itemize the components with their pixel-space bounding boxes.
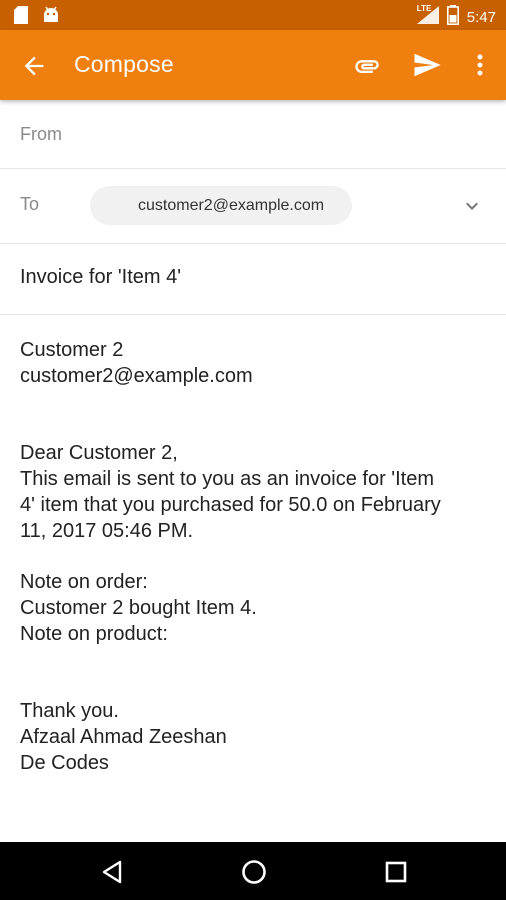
app-bar: Compose — [0, 30, 506, 100]
subject-row[interactable]: Invoice for 'Item 4' — [0, 244, 506, 315]
body-line: 11, 2017 05:46 PM. — [20, 519, 194, 542]
status-system: LTE 5:47 — [416, 4, 496, 30]
signal-icon: LTE — [416, 4, 439, 29]
attachment-icon[interactable] — [352, 52, 382, 80]
sd-card-icon — [14, 6, 28, 29]
from-row[interactable]: From — [0, 100, 506, 169]
back-arrow-icon[interactable] — [20, 52, 48, 80]
back-triangle-icon[interactable] — [98, 858, 126, 886]
page-title: Compose — [74, 51, 174, 77]
from-label: From — [20, 124, 62, 144]
status-time: 5:47 — [466, 9, 496, 26]
network-label: LTE — [416, 4, 432, 13]
chevron-down-icon[interactable] — [460, 194, 484, 218]
body-line — [20, 544, 490, 570]
body-line — [20, 648, 490, 674]
battery-icon — [446, 5, 459, 30]
android-icon — [42, 6, 60, 29]
body-line: Dear Customer 2, — [20, 442, 178, 465]
body-line: Customer 2 bought Item 4. — [20, 596, 257, 619]
more-vert-icon[interactable] — [470, 50, 490, 80]
subject-field[interactable]: Invoice for 'Item 4' — [20, 266, 181, 289]
body-line: Note on product: — [20, 622, 168, 645]
message-body[interactable]: Customer 2 customer2@example.com Dear Cu… — [20, 338, 490, 777]
recipient-chip[interactable]: customer2@example.com — [90, 186, 352, 225]
body-line: 4' item that you purchased for 50.0 on F… — [20, 493, 441, 516]
body-line: Note on order: — [20, 571, 148, 594]
system-nav-bar — [0, 842, 506, 900]
body-line — [20, 415, 490, 441]
body-line: This email is sent to you as an invoice … — [20, 467, 434, 490]
to-label: To — [20, 194, 40, 214]
body-line: De Codes — [20, 751, 109, 774]
to-row[interactable]: To customer2@example.com — [0, 169, 506, 244]
home-circle-icon[interactable] — [240, 858, 268, 886]
body-line: Thank you. — [20, 700, 119, 723]
body-line: customer2@example.com — [20, 364, 253, 387]
status-notifications — [14, 6, 60, 29]
body-line — [20, 390, 490, 416]
body-line — [20, 673, 490, 699]
recents-square-icon[interactable] — [382, 858, 410, 886]
body-line: Customer 2 — [20, 339, 124, 361]
status-bar: LTE 5:47 — [0, 0, 506, 30]
body-line: Afzaal Ahmad Zeeshan — [20, 725, 227, 748]
send-icon[interactable] — [412, 50, 442, 80]
